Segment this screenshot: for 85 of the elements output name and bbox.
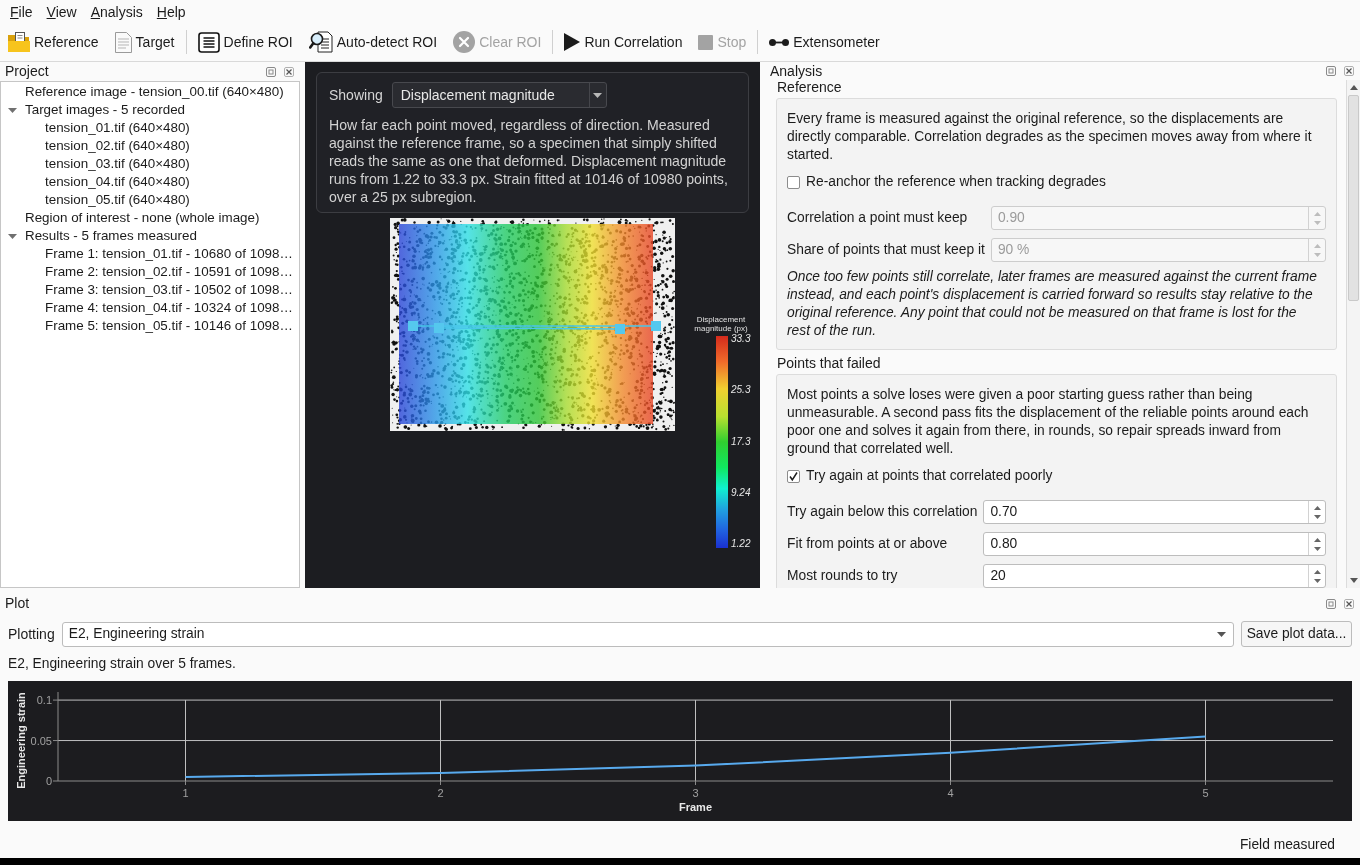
checkbox-label[interactable]: Try again at points that correlated poorly — [806, 465, 1053, 487]
colorbar-label: 33.3 — [731, 333, 751, 345]
description-text: Most points a solve loses were given a poor starting guess rather than being unmeasurable. A second pass fits the displacement of the reliable points around each poor one and solves it again from there, in rounds, so repair spreads inward from ground that correlated well. — [787, 386, 1310, 458]
restore-icon[interactable] — [1326, 598, 1336, 609]
checkbox[interactable] — [787, 469, 800, 483]
tick-label: 2 — [437, 787, 444, 799]
colorbar-label: 9.24 — [731, 486, 751, 499]
toolbar-button[interactable]: Extensometer — [766, 27, 883, 57]
step-down-icon[interactable] — [1313, 546, 1321, 551]
scroll-down-icon[interactable] — [1349, 578, 1358, 583]
menu-item[interactable]: View — [39, 0, 84, 23]
caption-text: E2, Engineering strain over 5 frames. — [7, 655, 237, 673]
group-title: Reference — [776, 80, 843, 95]
tick-label: 3 — [692, 787, 699, 799]
expanded-arrow-icon[interactable] — [8, 233, 17, 239]
description-text: Every frame is measured against the original reference, so the displacements are directly comparable. Correlation degrades as the specimen moves away from where it started. — [787, 110, 1313, 164]
colorbar-label: 17.3 — [731, 435, 751, 448]
close-icon[interactable] — [284, 66, 294, 77]
tick-label: 0.1 — [36, 694, 52, 707]
step-up-icon[interactable] — [1313, 505, 1321, 510]
toolbar-button[interactable]: Define ROI — [194, 27, 296, 57]
field-label: Correlation a point must keep — [787, 208, 969, 227]
step-down-icon[interactable] — [1313, 578, 1321, 583]
extensometer-line[interactable] — [417, 325, 652, 330]
step-up-icon[interactable] — [1313, 537, 1321, 542]
document-icon[interactable] — [114, 31, 132, 53]
lined-document-icon[interactable] — [197, 31, 220, 53]
scrollbar[interactable] — [1346, 80, 1360, 588]
scrollbar-thumb[interactable] — [1348, 95, 1359, 301]
close-icon[interactable] — [1344, 66, 1354, 76]
tick-label: 4 — [947, 787, 954, 799]
group-title: Points that failed — [776, 356, 882, 371]
menu-item[interactable]: Analysis — [83, 0, 150, 23]
dock-title: Project — [5, 62, 49, 81]
step-down-icon[interactable] — [1313, 514, 1321, 519]
spin-box[interactable]: 20 — [983, 564, 1326, 588]
scroll-up-icon[interactable] — [1349, 85, 1358, 90]
dot-line-icon[interactable] — [769, 38, 790, 46]
menu-item[interactable]: File — [3, 0, 40, 23]
tick-label: 0.05 — [30, 734, 52, 747]
toolbar-button[interactable]: Auto-detect ROI — [305, 27, 441, 57]
dropdown[interactable]: Displacement magnitude — [391, 82, 607, 108]
axis-title: Frame — [679, 801, 712, 813]
tick-label: 1 — [182, 787, 189, 799]
colorbar-label: 25.3 — [731, 384, 751, 397]
colorbar-title: Displacement magnitude (px) — [693, 315, 749, 333]
extensometer-handle[interactable] — [615, 324, 625, 334]
checkbox[interactable] — [787, 175, 800, 189]
toolbar-button[interactable]: Reference — [5, 27, 102, 57]
spin-box[interactable]: 0.70 — [983, 500, 1326, 524]
restore-icon[interactable] — [1326, 66, 1336, 76]
close-icon[interactable] — [1344, 598, 1354, 609]
caret-down-icon[interactable] — [593, 92, 603, 98]
dock-title: Analysis — [770, 61, 823, 81]
expanded-arrow-icon[interactable] — [8, 107, 17, 113]
folder-icon[interactable] — [8, 32, 30, 52]
field-label: Most rounds to try — [787, 566, 899, 585]
field-label: Showing — [329, 85, 383, 105]
dropdown[interactable]: E2, Engineering strain — [61, 621, 1234, 647]
toolbar-button[interactable]: Run Correlation — [561, 27, 686, 57]
tick-label: 5 — [1202, 787, 1209, 799]
field-label: Try again below this correlation — [787, 502, 978, 521]
field-label: Share of points that must keep it — [787, 240, 985, 259]
step-up-icon[interactable] — [1313, 569, 1321, 574]
caret-down-icon[interactable] — [1217, 631, 1226, 637]
colorbar-label: 1.22 — [731, 538, 751, 550]
axis-title: Engineering strain — [14, 692, 27, 789]
restore-icon[interactable] — [266, 66, 276, 77]
description-text: How far each point moved, regardless of direction. Measured against the reference frame, so a specimen that simply shifted reads the same as one that deformed. Displacement magnitude runs from 1.22 to 33.3 px. Strain fitted at 10146 of 10980 points, over a 25 px subregion. — [329, 116, 729, 206]
save-button[interactable]: Save plot data... — [1241, 621, 1352, 647]
play-icon[interactable] — [564, 33, 581, 51]
field-label: Fit from points at or above — [787, 534, 949, 553]
tick-label: 0 — [45, 775, 52, 787]
spin-box[interactable]: 0.80 — [983, 532, 1326, 556]
dock-title: Plot — [5, 594, 30, 613]
status-text: Field measured — [1239, 835, 1335, 854]
extensometer-handle[interactable] — [408, 321, 418, 331]
magnifier-document-icon[interactable] — [308, 31, 333, 53]
menu-item[interactable]: Help — [149, 0, 193, 23]
note-text: Once too few points still correlate, later frames are measured against the current frame instead, and each point's displacement is carried forward so results stay relative to the original reference. Any point that could not be measured on that frame is lost for the rest of the run. — [787, 268, 1318, 340]
extensometer-handle[interactable] — [434, 323, 444, 333]
field-label: Plotting — [8, 624, 55, 644]
toolbar-button[interactable]: Target — [111, 27, 178, 57]
extensometer-handle[interactable] — [651, 321, 661, 331]
checkbox-label[interactable]: Re-anchor the reference when tracking degrades — [806, 171, 1106, 193]
